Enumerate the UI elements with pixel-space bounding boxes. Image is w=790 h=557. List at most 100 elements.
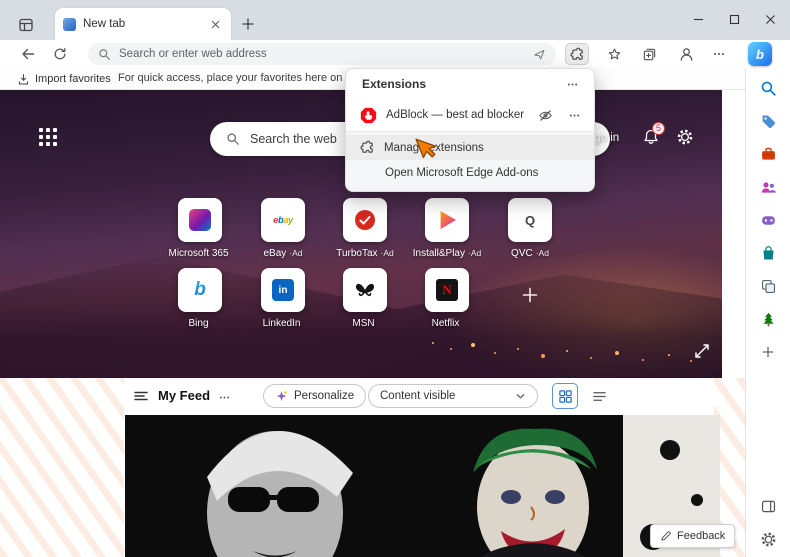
sidebar-games-button[interactable]	[758, 210, 778, 230]
manage-extensions-label: Manage extensions	[384, 141, 484, 154]
workspaces-button[interactable]	[16, 16, 36, 34]
add-shortcut-button[interactable]	[517, 282, 543, 308]
tab-new-tab[interactable]: New tab	[55, 8, 231, 40]
close-icon	[765, 14, 776, 25]
refresh-button[interactable]	[48, 43, 72, 65]
sidebar-tree-button[interactable]	[758, 309, 778, 329]
sidebar-panel-toggle[interactable]	[758, 496, 778, 516]
apps-launcher-button[interactable]	[39, 128, 58, 147]
feed-section: My Feed Personalize Content visible	[0, 378, 745, 557]
minimize-button[interactable]	[680, 6, 716, 32]
extension-item-adblock[interactable]: AdBlock — best ad blocker	[346, 99, 594, 131]
shortcut-tile-ebay[interactable]: ebay eBay ·Ad	[241, 198, 325, 259]
pencil-icon	[660, 530, 672, 542]
tab-favicon	[63, 17, 76, 31]
back-button[interactable]	[16, 43, 40, 65]
tab-close-button[interactable]	[207, 16, 223, 32]
extensions-popup-menu-button[interactable]	[562, 75, 582, 93]
msn-butterfly-icon	[354, 279, 376, 301]
extensions-popup-header: Extensions	[346, 69, 594, 99]
decor-stripes-left	[0, 378, 124, 557]
shortcut-tile-turbotax[interactable]: TurboTax ·Ad	[323, 198, 407, 259]
sidebar-people-button[interactable]	[758, 177, 778, 197]
favorites-button[interactable]	[602, 43, 626, 65]
sidebar-add-button[interactable]	[758, 342, 778, 362]
import-favorites-button[interactable]: Import favorites	[12, 70, 116, 88]
extensions-puzzle-icon	[569, 47, 585, 62]
ebay-icon: ebay	[273, 214, 293, 226]
collections-button[interactable]	[637, 43, 661, 65]
title-bar: New tab	[0, 0, 790, 40]
linkedin-icon: in	[272, 279, 294, 301]
game-controller-icon	[760, 212, 777, 229]
sidebar-panel-icon	[760, 498, 777, 515]
shortcut-tile-qvc[interactable]: Q QVC ·Ad	[488, 198, 572, 259]
manage-puzzle-icon	[360, 140, 375, 155]
content-visibility-value: Content visible	[380, 390, 456, 402]
sidebar-plus-icon	[760, 344, 776, 360]
profile-button[interactable]	[674, 43, 698, 65]
price-tag-icon	[760, 113, 777, 130]
feed-article-card[interactable]	[125, 415, 720, 557]
maximize-button[interactable]	[716, 6, 752, 32]
open-edge-addons-item[interactable]: Open Microsoft Edge Add-ons	[346, 160, 594, 185]
shortcut-tile-installplay[interactable]: Install&Play ·Ad	[405, 198, 489, 259]
page-settings-button[interactable]	[675, 128, 695, 148]
shortcut-tile-bing[interactable]: b Bing	[158, 268, 242, 329]
people-icon	[760, 179, 777, 196]
manage-extensions-item[interactable]: Manage extensions	[346, 135, 594, 160]
sidebar-tools-button[interactable]	[758, 144, 778, 164]
star-icon	[607, 47, 622, 62]
extension-name: AdBlock — best ad blocker	[386, 109, 525, 121]
hide-extension-button[interactable]	[535, 106, 555, 124]
browser-menu-button[interactable]	[707, 43, 731, 65]
open-edge-addons-label: Open Microsoft Edge Add-ons	[385, 166, 539, 179]
adblock-icon	[360, 107, 377, 124]
close-button[interactable]	[752, 6, 788, 32]
sparkle-icon	[275, 390, 288, 403]
feed-more-button[interactable]	[216, 390, 232, 404]
list-view-icon	[592, 389, 607, 404]
city-lights	[432, 342, 434, 344]
personalize-button[interactable]: Personalize	[263, 384, 367, 408]
list-view-toggle[interactable]	[586, 383, 612, 409]
settings-gear-icon	[760, 531, 777, 548]
address-bar[interactable]: Search or enter web address	[88, 43, 556, 65]
extensions-popup-footer: Manage extensions Open Microsoft Edge Ad…	[346, 131, 594, 191]
feed-menu-button[interactable]	[132, 387, 150, 405]
plus-icon	[520, 285, 540, 305]
profile-avatar-icon	[678, 46, 695, 63]
shortcut-tile-linkedin[interactable]: in LinkedIn	[241, 268, 325, 329]
new-tab-button[interactable]	[239, 15, 257, 33]
expand-background-button[interactable]	[692, 342, 712, 362]
shortcut-tile-netflix[interactable]: N Netflix	[405, 268, 489, 329]
copilot-discover-button[interactable]: b	[748, 42, 772, 66]
sidebar-search-button[interactable]	[758, 78, 778, 98]
notifications-button[interactable]: 5	[641, 122, 665, 148]
collections-icon	[642, 47, 657, 62]
feedback-button[interactable]: Feedback	[650, 524, 736, 548]
sidebar-settings-button[interactable]	[758, 529, 778, 549]
shortcut-tile-msn[interactable]: MSN	[323, 268, 407, 329]
content-visibility-select[interactable]: Content visible	[368, 384, 538, 408]
maximize-icon	[729, 14, 740, 25]
extension-more-button[interactable]	[564, 106, 584, 124]
sidebar-search-icon	[760, 80, 777, 97]
gear-icon	[675, 128, 695, 146]
sidebar-shopping-button[interactable]	[758, 111, 778, 131]
sidebar-collections-button[interactable]	[758, 276, 778, 296]
address-bar-action-icon[interactable]	[533, 48, 546, 61]
shopping-bag-icon	[760, 245, 777, 262]
feed-ellipsis-icon	[218, 391, 231, 404]
search-icon	[98, 48, 111, 61]
shortcut-tile-microsoft365[interactable]: Microsoft 365	[158, 198, 242, 259]
extensions-button[interactable]	[565, 43, 589, 65]
tree-icon	[760, 311, 777, 328]
sidebar-shopping-bag-button[interactable]	[758, 243, 778, 263]
bing-logo-icon: b	[756, 46, 764, 62]
installplay-icon	[440, 211, 456, 229]
grid-view-toggle[interactable]	[552, 383, 578, 409]
import-icon	[17, 73, 30, 86]
bing-icon: b	[194, 279, 206, 300]
feedback-label: Feedback	[677, 530, 726, 542]
